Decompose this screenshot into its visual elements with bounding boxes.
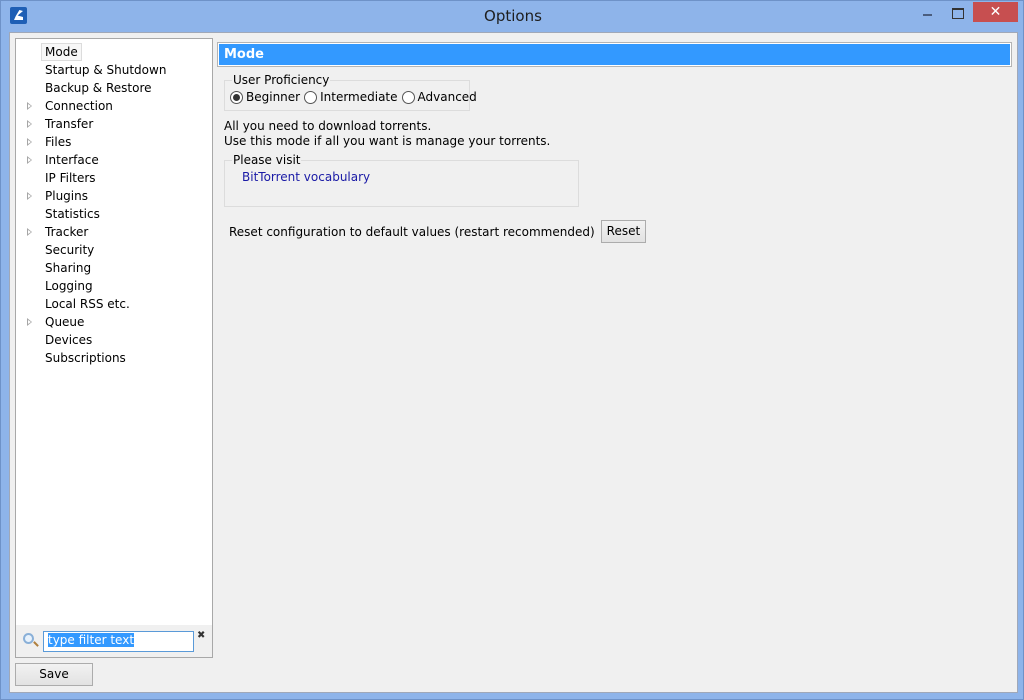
expand-arrow-icon[interactable] <box>27 102 32 110</box>
radio-label: Beginner <box>246 90 301 104</box>
sidebar-item-connection[interactable]: Connection <box>16 97 212 115</box>
sidebar-item-backup-restore[interactable]: Backup & Restore <box>16 79 212 97</box>
sidebar-item-label: Logging <box>45 279 93 293</box>
expand-arrow-icon[interactable] <box>27 192 32 200</box>
expand-arrow-icon[interactable] <box>27 138 32 146</box>
filter-text: type filter text <box>48 633 135 647</box>
section-header: Mode <box>217 42 1012 67</box>
reset-row: Reset configuration to default values (r… <box>229 220 647 243</box>
proficiency-radios: Beginner Intermediate Advanced <box>230 90 477 104</box>
sidebar-item-files[interactable]: Files <box>16 133 212 151</box>
radio-beginner[interactable]: Beginner <box>230 90 300 104</box>
please-visit-group: Please visit BitTorrent vocabulary <box>224 152 579 207</box>
sidebar-item-label: Devices <box>45 333 93 347</box>
sidebar-item-statistics[interactable]: Statistics <box>16 205 212 223</box>
sidebar-item-label: IP Filters <box>45 171 96 185</box>
sidebar-item-security[interactable]: Security <box>16 241 212 259</box>
radio-button-icon[interactable] <box>304 90 318 104</box>
sidebar-item-devices[interactable]: Devices <box>16 331 212 349</box>
maximize-button[interactable] <box>943 1 973 22</box>
group-label: User Proficiency <box>232 72 331 88</box>
user-proficiency-group: User Proficiency Beginner Intermediate Adv… <box>224 72 477 111</box>
radio-button-icon[interactable] <box>401 90 415 104</box>
sidebar-item-label: Queue <box>45 315 85 329</box>
sidebar-item-startup-shutdown[interactable]: Startup & Shutdown <box>16 61 212 79</box>
description-line: All you need to download torrents. <box>224 119 432 133</box>
tree-items: Mode Startup & Shutdown Backup & Restore Co… <box>16 43 212 367</box>
sidebar-item-local-rss-etc[interactable]: Local RSS etc. <box>16 295 212 313</box>
clear-filter-icon[interactable]: ✖ <box>197 631 207 641</box>
sidebar-item-label: Statistics <box>45 207 100 221</box>
sidebar-item-mode[interactable]: Mode <box>16 43 212 61</box>
filter-input[interactable]: type filter text <box>43 631 194 652</box>
title-bar[interactable]: Options ✕ <box>1 1 1024 31</box>
sidebar-item-label: Connection <box>45 99 113 113</box>
sidebar-item-label: Security <box>45 243 95 257</box>
expand-arrow-icon[interactable] <box>27 228 32 236</box>
radio-label: Intermediate <box>320 90 398 104</box>
sidebar-item-label: Mode <box>41 43 82 61</box>
radio-label: Advanced <box>417 90 477 104</box>
sidebar-item-plugins[interactable]: Plugins <box>16 187 212 205</box>
sidebar-item-ip-filters[interactable]: IP Filters <box>16 169 212 187</box>
sidebar-item-subscriptions[interactable]: Subscriptions <box>16 349 212 367</box>
sidebar-item-sharing[interactable]: Sharing <box>16 259 212 277</box>
save-button[interactable]: Save <box>15 663 93 686</box>
window-title: Options <box>484 7 542 25</box>
reset-label: Reset configuration to default values (r… <box>229 224 595 239</box>
filter-bar: type filter text ✖ <box>16 625 212 657</box>
sidebar-item-label: Local RSS etc. <box>45 297 130 311</box>
radio-button-icon[interactable] <box>230 90 243 104</box>
sidebar-item-label: Subscriptions <box>45 351 126 365</box>
sidebar-item-tracker[interactable]: Tracker <box>16 223 212 241</box>
search-icon <box>23 633 34 644</box>
sidebar-item-label: Interface <box>45 153 99 167</box>
mode-description: All you need to download torrents. Use t… <box>224 119 550 149</box>
options-window: Options ✕ Mode Startup & Shutdown Backup &… <box>0 0 1024 700</box>
sidebar-item-label: Tracker <box>45 225 89 239</box>
client-area: Mode Startup & Shutdown Backup & Restore Co… <box>9 32 1018 693</box>
close-button[interactable]: ✕ <box>973 2 1018 22</box>
minimize-button[interactable] <box>913 1 943 22</box>
reset-button[interactable]: Reset <box>600 220 647 243</box>
sidebar-item-logging[interactable]: Logging <box>16 277 212 295</box>
expand-arrow-icon[interactable] <box>27 156 32 164</box>
sidebar-item-label: Backup & Restore <box>45 81 152 95</box>
group-label: Please visit <box>232 152 302 168</box>
description-line: Use this mode if all you want is manage … <box>224 134 551 148</box>
expand-arrow-icon[interactable] <box>27 120 32 128</box>
sidebar-item-label: Transfer <box>45 117 94 131</box>
sidebar-item-label: Plugins <box>45 189 88 203</box>
sidebar-item-label: Files <box>45 135 72 149</box>
vocabulary-link[interactable]: BitTorrent vocabulary <box>242 170 370 184</box>
sidebar-item-label: Startup & Shutdown <box>45 63 167 77</box>
options-tree: Mode Startup & Shutdown Backup & Restore Co… <box>15 38 213 658</box>
expand-arrow-icon[interactable] <box>27 318 32 326</box>
radio-intermediate[interactable]: Intermediate <box>304 90 398 104</box>
radio-advanced[interactable]: Advanced <box>401 90 477 104</box>
settings-panel: Mode User Proficiency Beginner Intermedia… <box>217 38 1013 688</box>
sidebar-item-interface[interactable]: Interface <box>16 151 212 169</box>
sidebar-item-transfer[interactable]: Transfer <box>16 115 212 133</box>
sidebar-item-queue[interactable]: Queue <box>16 313 212 331</box>
sidebar-item-label: Sharing <box>45 261 92 275</box>
